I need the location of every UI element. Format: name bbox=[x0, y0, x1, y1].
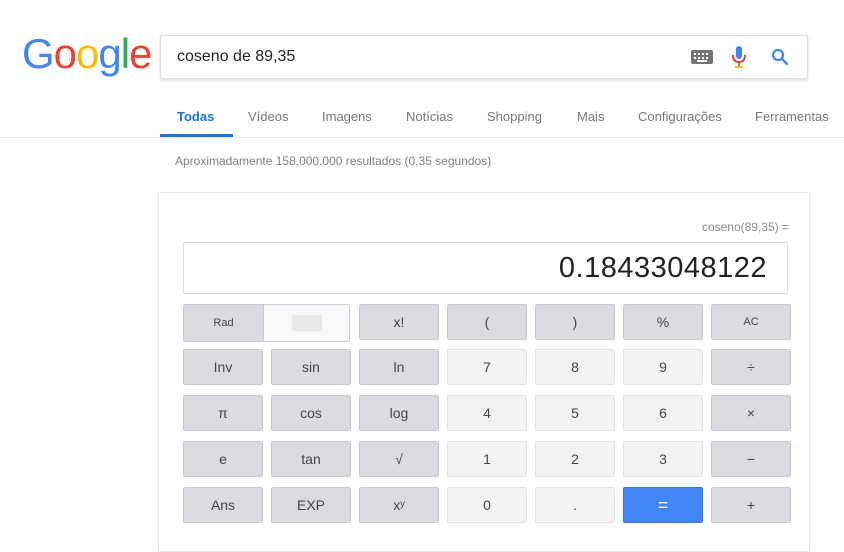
digit-6-button[interactable]: 6 bbox=[623, 395, 703, 431]
tab-mais[interactable]: Mais bbox=[577, 109, 604, 124]
search-box bbox=[160, 35, 808, 79]
calculator-card: coseno(89,35) = 0.18433048122 Rad x! ( )… bbox=[158, 192, 810, 552]
percent-button[interactable]: % bbox=[623, 304, 703, 340]
google-logo[interactable]: Google bbox=[22, 30, 152, 78]
results-stats: Aproximadamente 158.000.000 resultados (… bbox=[175, 154, 492, 168]
sqrt-button[interactable]: √ bbox=[359, 441, 439, 477]
microphone-icon[interactable] bbox=[732, 46, 746, 73]
calculator-expression: coseno(89,35) = bbox=[701, 220, 789, 234]
tan-button[interactable]: tan bbox=[271, 441, 351, 477]
log-button[interactable]: log bbox=[359, 395, 439, 431]
digit-7-button[interactable]: 7 bbox=[447, 349, 527, 385]
ans-button[interactable]: Ans bbox=[183, 487, 263, 523]
inv-button[interactable]: Inv bbox=[183, 349, 263, 385]
logo-letter: o bbox=[76, 30, 99, 77]
deg-option[interactable] bbox=[264, 305, 349, 341]
digit-4-button[interactable]: 4 bbox=[447, 395, 527, 431]
clear-button[interactable]: AC bbox=[711, 304, 791, 340]
logo-letter: g bbox=[98, 30, 121, 77]
tab-shopping[interactable]: Shopping bbox=[487, 109, 542, 124]
divide-button[interactable]: ÷ bbox=[711, 349, 791, 385]
subtract-button[interactable]: − bbox=[711, 441, 791, 477]
digit-8-button[interactable]: 8 bbox=[535, 349, 615, 385]
factorial-button[interactable]: x! bbox=[359, 304, 439, 340]
sin-button[interactable]: sin bbox=[271, 349, 351, 385]
tab-videos[interactable]: Vídeos bbox=[248, 109, 288, 124]
add-button[interactable]: + bbox=[711, 487, 791, 523]
tab-todas[interactable]: Todas bbox=[177, 109, 214, 124]
keyboard-icon[interactable] bbox=[691, 50, 713, 69]
rad-option[interactable]: Rad bbox=[184, 305, 264, 341]
logo-letter: G bbox=[22, 30, 55, 77]
search-input[interactable] bbox=[177, 36, 657, 78]
decimal-button[interactable]: . bbox=[535, 487, 615, 523]
tab-noticias[interactable]: Notícias bbox=[406, 109, 453, 124]
logo-letter: l bbox=[120, 30, 130, 77]
digit-0-button[interactable]: 0 bbox=[447, 487, 527, 523]
multiply-button[interactable]: × bbox=[711, 395, 791, 431]
e-button[interactable]: e bbox=[183, 441, 263, 477]
header-divider bbox=[0, 137, 844, 138]
digit-5-button[interactable]: 5 bbox=[535, 395, 615, 431]
search-icon[interactable] bbox=[771, 48, 789, 71]
exp-button[interactable]: EXP bbox=[271, 487, 351, 523]
calculator-display: 0.18433048122 bbox=[183, 242, 788, 294]
search-tabs: Todas Vídeos Imagens Notícias Shopping M… bbox=[0, 100, 844, 138]
digit-2-button[interactable]: 2 bbox=[535, 441, 615, 477]
digit-9-button[interactable]: 9 bbox=[623, 349, 703, 385]
open-paren-button[interactable]: ( bbox=[447, 304, 527, 340]
angle-mode-toggle[interactable]: Rad bbox=[183, 304, 350, 342]
power-button[interactable]: xʸ bbox=[359, 487, 439, 523]
cos-button[interactable]: cos bbox=[271, 395, 351, 431]
close-paren-button[interactable]: ) bbox=[535, 304, 615, 340]
deg-placeholder bbox=[291, 315, 322, 331]
equals-button[interactable]: = bbox=[623, 487, 703, 523]
ln-button[interactable]: ln bbox=[359, 349, 439, 385]
tab-configuracoes[interactable]: Configurações bbox=[638, 109, 722, 124]
logo-letter: o bbox=[53, 30, 77, 77]
tab-ferramentas[interactable]: Ferramentas bbox=[755, 109, 829, 124]
calculator-result: 0.18433048122 bbox=[558, 252, 767, 284]
digit-1-button[interactable]: 1 bbox=[447, 441, 527, 477]
tab-imagens[interactable]: Imagens bbox=[322, 109, 372, 124]
digit-3-button[interactable]: 3 bbox=[623, 441, 703, 477]
pi-button[interactable]: π bbox=[183, 395, 263, 431]
logo-letter: e bbox=[129, 30, 152, 77]
